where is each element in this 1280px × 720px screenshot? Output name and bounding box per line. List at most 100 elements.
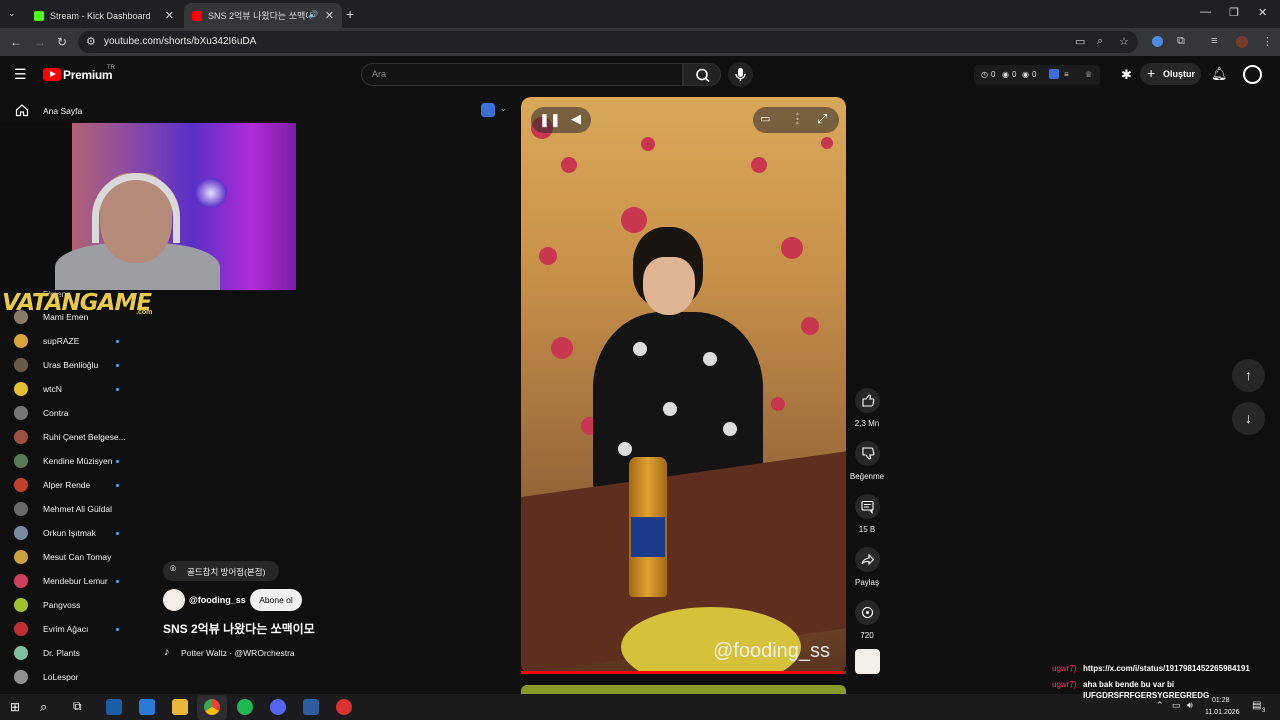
new-tab-button[interactable]: +	[346, 6, 354, 22]
music-credit[interactable]: Potter Waltz · @WROrchestra	[181, 648, 295, 658]
volume-tray-icon[interactable]: 🔊︎	[1187, 700, 1193, 711]
sidebar-subscription-item[interactable]: Contra	[0, 402, 160, 426]
sidebar-item-home[interactable]: Ana Sayfa	[43, 106, 82, 116]
sidebar-subscription-item[interactable]: Pangvoss	[0, 594, 160, 618]
dislike-button[interactable]	[855, 441, 880, 466]
create-label: Oluştur	[1163, 69, 1196, 79]
more-options-icon[interactable]: ⋮	[791, 111, 804, 127]
notifications-bell-icon[interactable]: 🔔︎	[1211, 66, 1228, 82]
ext-count: 0	[1032, 70, 1037, 79]
extensions-puzzle-icon[interactable]: ⧉	[1177, 35, 1185, 48]
sidebar-subscription-item[interactable]: LoLespor	[0, 666, 160, 690]
comments-count: 15 B	[858, 525, 876, 534]
sidebar-item-label: LoLespor	[43, 672, 79, 682]
spotify-icon[interactable]	[237, 699, 253, 715]
sidebar-subscription-item[interactable]: Orkun Işıtmak	[0, 522, 160, 546]
shorts-video-player[interactable]: ❚❚ ◀︎ ▭ ⋮ ⤢ @fooding_ss	[521, 97, 846, 674]
voice-search-button[interactable]	[728, 62, 753, 87]
file-explorer-icon[interactable]	[172, 699, 188, 715]
sidebar-subscription-item[interactable]: Ruhi Çenet Belgese...	[0, 426, 160, 450]
tab-youtube-shorts[interactable]: SNS 2억뷰 나왔다는 쏘맥이 🔊 ✕	[184, 3, 342, 28]
account-avatar[interactable]	[1243, 65, 1262, 84]
channel-avatar[interactable]	[163, 589, 185, 611]
sidebar-subscription-item[interactable]: Dr. Plants	[0, 642, 160, 666]
video-progress-bar[interactable]	[521, 671, 846, 674]
taskbar-search-icon[interactable]: ⌕	[40, 699, 47, 715]
sidebar-subscription-item[interactable]: Mesut Can Tomay	[0, 546, 160, 570]
channel-name[interactable]: @fooding_ss	[189, 595, 246, 605]
extension-icon[interactable]	[1152, 36, 1163, 47]
sidebar-subscription-item[interactable]: Mehmet Ali Güldal	[0, 498, 160, 522]
tab-kick-dashboard[interactable]: Stream - Kick Dashboard ✕	[26, 3, 182, 28]
volume-icon[interactable]: ◀︎	[571, 111, 581, 127]
pause-icon[interactable]: ❚❚	[539, 112, 561, 128]
like-button[interactable]	[855, 388, 880, 413]
close-icon[interactable]: ✕	[325, 9, 334, 22]
share-label: Paylaş	[854, 578, 879, 587]
search-box[interactable]	[361, 63, 683, 86]
reload-icon[interactable]: ↻	[57, 35, 67, 49]
steam-app-icon[interactable]	[303, 699, 319, 715]
location-label: 골드참치 방어점(본점)	[187, 567, 266, 577]
chrome-icon[interactable]	[204, 699, 220, 715]
sidebar-subscription-item[interactable]: wtcN	[0, 378, 160, 402]
youtube-logo[interactable]	[43, 68, 61, 81]
hamburger-menu-icon[interactable]: ☰	[14, 66, 27, 83]
sidebar-item-label: Orkun Işıtmak	[43, 528, 96, 538]
comments-button[interactable]	[855, 494, 880, 519]
profile-avatar[interactable]	[1236, 36, 1248, 48]
task-view-icon[interactable]: ⧉	[73, 699, 82, 714]
minimize-icon[interactable]: —	[1200, 6, 1211, 18]
sidebar-subscription-item[interactable]: supRAZE	[0, 330, 160, 354]
store-icon[interactable]	[139, 699, 155, 715]
share-button[interactable]	[855, 547, 880, 572]
steam-icon[interactable]	[106, 699, 122, 715]
clock-time[interactable]: 01:28	[1212, 697, 1230, 704]
sidebar-subscription-item[interactable]: Mami Emen	[0, 306, 160, 330]
close-icon[interactable]: ✕	[165, 9, 174, 22]
youtube-brand[interactable]: Premium	[63, 68, 113, 82]
tray-chevron-icon[interactable]: ⌃	[1156, 700, 1164, 711]
captions-icon[interactable]: ▭	[760, 112, 770, 125]
sound-thumbnail[interactable]	[855, 649, 880, 674]
translate-extension-icon[interactable]	[481, 103, 495, 117]
network-icon[interactable]: ▭	[1172, 700, 1181, 711]
notification-center-icon[interactable]: ▤	[1252, 700, 1261, 711]
windows-start-icon[interactable]: ⊞	[10, 700, 20, 714]
discord-icon[interactable]	[270, 699, 286, 715]
tab-search-icon[interactable]: ⌄	[8, 8, 16, 19]
zoom-icon[interactable]: ⌕	[1097, 35, 1103, 48]
chevron-down-icon[interactable]: ⌄	[500, 104, 507, 113]
next-short-button[interactable]: ↓	[1232, 402, 1265, 435]
sidebar-subscription-item[interactable]: Mendebur Lemur	[0, 570, 160, 594]
reading-list-icon[interactable]: ≡	[1211, 35, 1217, 47]
extension-badge-icon[interactable]	[1049, 69, 1059, 79]
url-text[interactable]: youtube.com/shorts/bXu342I6uDA	[104, 36, 256, 47]
trophy-icon[interactable]: ♕	[1085, 70, 1092, 79]
previous-short-button[interactable]: ↑	[1232, 359, 1265, 392]
window-close-icon[interactable]: ✕	[1258, 6, 1267, 19]
bookmark-star-icon[interactable]: ☆	[1119, 35, 1129, 48]
back-icon[interactable]: ←	[10, 35, 22, 49]
fullscreen-icon[interactable]: ⤢	[817, 111, 827, 127]
list-icon[interactable]: ≡	[1064, 70, 1069, 79]
sidebar-subscription-item[interactable]: Kendine Müzisyen	[0, 450, 160, 474]
remix-button[interactable]	[855, 600, 880, 625]
obs-icon[interactable]	[336, 699, 352, 715]
search-button[interactable]	[683, 63, 721, 86]
video-title[interactable]: SNS 2억뷰 나왔다는 쏘맥이모	[163, 620, 315, 637]
home-icon[interactable]	[15, 103, 29, 117]
speaker-icon[interactable]: 🔊	[308, 10, 318, 19]
premium-badge-icon[interactable]: ✱	[1121, 67, 1132, 83]
site-info-icon[interactable]: ⚙	[86, 35, 96, 48]
cast-icon[interactable]: ▭	[1075, 35, 1085, 48]
search-input[interactable]: Ara	[372, 69, 386, 79]
sidebar-subscription-item[interactable]: Uras Benlioğlu	[0, 354, 160, 378]
restore-icon[interactable]: ❐	[1229, 6, 1239, 19]
chrome-menu-icon[interactable]: ⋮	[1262, 35, 1273, 48]
clock-date[interactable]: 11.01.2026	[1205, 709, 1240, 716]
sidebar-item-label: Ruhi Çenet Belgese...	[43, 432, 126, 442]
kimono-flower	[618, 442, 632, 456]
sidebar-subscription-item[interactable]: Alper Rende	[0, 474, 160, 498]
sidebar-subscription-item[interactable]: Evrim Ağacı	[0, 618, 160, 642]
